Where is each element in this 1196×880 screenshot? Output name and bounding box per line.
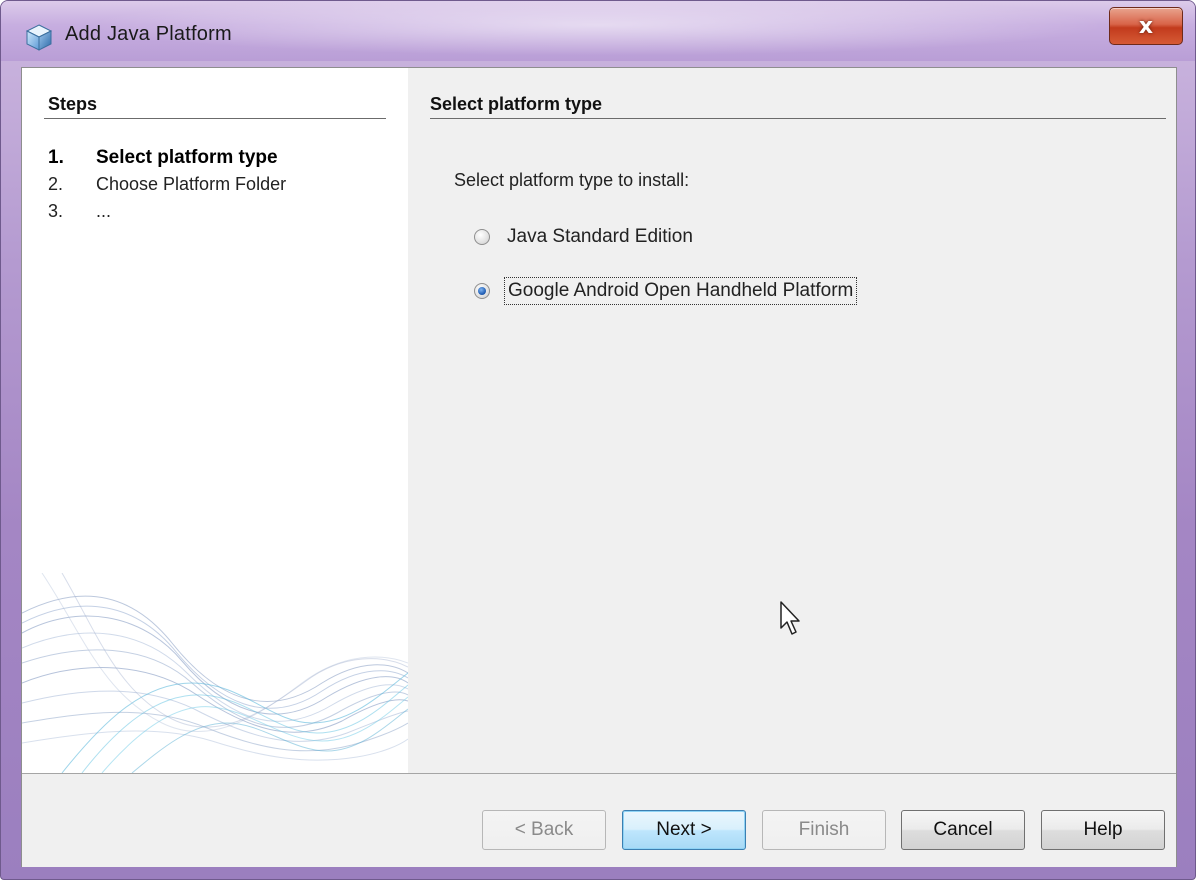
radio-button-selected[interactable] [474, 283, 490, 299]
java-platform-icon [25, 24, 53, 51]
steps-list: 1. Select platform type 2. Choose Platfo… [48, 144, 286, 225]
next-button[interactable]: Next > [622, 810, 746, 850]
step-item-3: 3. ... [48, 198, 286, 225]
panel-divider [430, 118, 1166, 119]
steps-panel: Steps 1. Select platform type 2. Choose … [22, 68, 408, 773]
close-icon: x [1138, 13, 1154, 39]
back-button[interactable]: < Back [482, 810, 606, 850]
dialog-content: Steps 1. Select platform type 2. Choose … [21, 67, 1177, 867]
window-title: Add Java Platform [65, 23, 232, 45]
steps-header: Steps [48, 94, 98, 114]
step-label: ... [96, 201, 112, 221]
cancel-button[interactable]: Cancel [901, 810, 1025, 850]
finish-button[interactable]: Finish [762, 810, 886, 850]
radio-java-standard-edition[interactable]: Java Standard Edition [474, 226, 693, 248]
instructions-label: Select platform type to install: [454, 170, 690, 190]
radio-label[interactable]: Java Standard Edition [507, 226, 693, 248]
panel-title: Select platform type [430, 94, 603, 114]
content-panel: Select platform type Select platform typ… [408, 68, 1176, 773]
decorative-waves-image [22, 573, 408, 773]
radio-button[interactable] [474, 229, 490, 245]
add-java-platform-dialog: Add Java Platform x Steps 1. Select plat… [0, 0, 1196, 880]
steps-divider [44, 118, 386, 119]
mouse-pointer-icon [780, 601, 800, 635]
radio-google-android-platform[interactable]: Google Android Open Handheld Platform [474, 277, 858, 305]
help-button[interactable]: Help [1041, 810, 1165, 850]
close-button[interactable]: x [1109, 7, 1183, 45]
step-item-1: 1. Select platform type [48, 144, 286, 171]
step-label: Select platform type [96, 147, 278, 168]
radio-label[interactable]: Google Android Open Handheld Platform [503, 277, 858, 305]
step-number: 3. [48, 201, 64, 221]
title-bar[interactable]: Add Java Platform x [1, 1, 1195, 61]
step-number: 2. [48, 174, 64, 194]
step-label: Choose Platform Folder [96, 174, 287, 194]
button-bar: < Back Next > Finish Cancel Help [22, 773, 1176, 867]
step-number: 1. [48, 147, 64, 168]
step-item-2: 2. Choose Platform Folder [48, 171, 286, 198]
